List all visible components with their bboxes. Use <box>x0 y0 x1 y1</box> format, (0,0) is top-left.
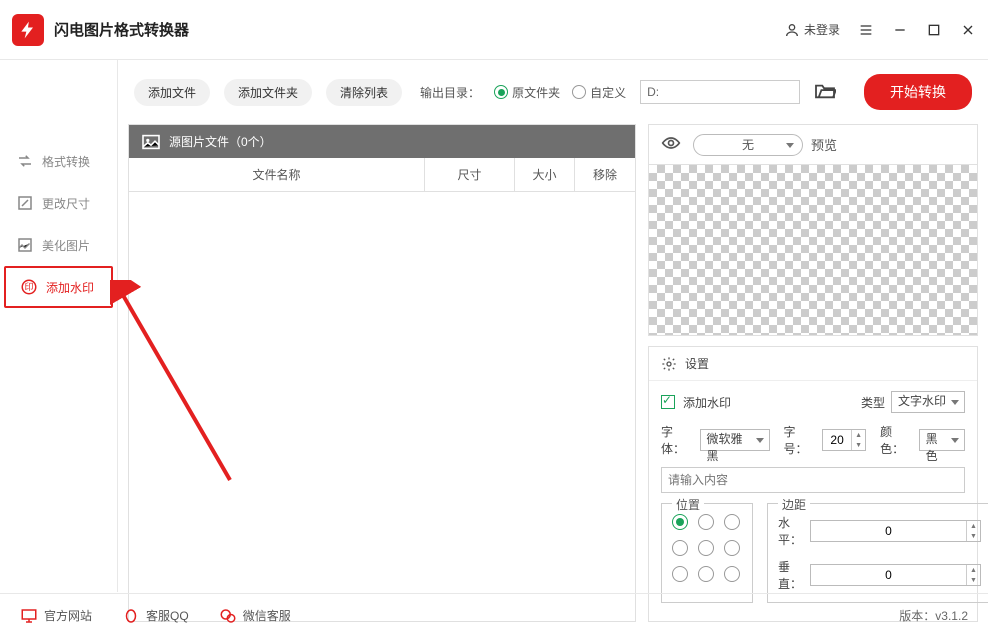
add-folder-button[interactable]: 添加文件夹 <box>224 79 312 106</box>
settings-title: 设置 <box>685 355 709 372</box>
qq-icon <box>122 607 140 625</box>
minimize-icon[interactable] <box>892 22 908 38</box>
output-path-input[interactable] <box>640 80 800 104</box>
resize-icon <box>16 194 34 212</box>
preview-eye-icon <box>657 133 685 156</box>
v-margin-label: 垂直： <box>778 558 802 592</box>
radio-source-folder[interactable]: 原文件夹 <box>494 84 560 101</box>
sidebar-item-beautify[interactable]: 美化图片 <box>0 224 117 266</box>
pos-mid-right[interactable] <box>724 540 740 556</box>
watermark-icon: 印 <box>20 278 38 296</box>
position-legend: 位置 <box>672 496 704 513</box>
file-header-label: 源图片文件（0个） <box>169 133 272 150</box>
pos-mid-left[interactable] <box>672 540 688 556</box>
sidebar-item-resize[interactable]: 更改尺寸 <box>0 182 117 224</box>
qq-link[interactable]: 客服QQ <box>122 607 189 625</box>
start-convert-button[interactable]: 开始转换 <box>864 74 972 110</box>
spin-down-icon[interactable]: ▼ <box>967 575 980 585</box>
font-select[interactable]: 微软雅黑 <box>700 429 770 451</box>
maximize-icon[interactable] <box>926 22 942 38</box>
type-label: 类型 <box>861 394 885 411</box>
preview-canvas <box>649 165 977 335</box>
output-dir-label: 输出目录： <box>420 84 480 101</box>
v-margin-input[interactable]: ▲▼ <box>810 564 981 586</box>
pos-bot-right[interactable] <box>724 566 740 582</box>
col-filename: 文件名称 <box>129 158 425 191</box>
close-icon[interactable] <box>960 22 976 38</box>
color-select[interactable]: 黑色 <box>919 429 965 451</box>
sidebar-label: 添加水印 <box>46 279 94 296</box>
watermark-text-input[interactable] <box>661 467 965 493</box>
col-dimension: 尺寸 <box>425 158 515 191</box>
spin-down-icon[interactable]: ▼ <box>967 531 980 541</box>
app-title: 闪电图片格式转换器 <box>54 19 189 40</box>
file-list-panel: 源图片文件（0个） 文件名称 尺寸 大小 移除 <box>128 124 636 622</box>
spin-up-icon[interactable]: ▲ <box>967 565 980 575</box>
h-margin-label: 水平： <box>778 514 802 548</box>
watermark-checkbox[interactable] <box>661 395 675 409</box>
preview-panel: 无 预览 <box>648 124 978 336</box>
col-size: 大小 <box>515 158 575 191</box>
gear-icon <box>661 356 677 372</box>
position-fieldset: 位置 <box>661 503 753 603</box>
menu-icon[interactable] <box>858 22 874 38</box>
login-label: 未登录 <box>804 21 840 38</box>
wechat-link[interactable]: 微信客服 <box>219 607 291 625</box>
website-link[interactable]: 官方网站 <box>20 607 92 625</box>
svg-text:印: 印 <box>24 281 33 292</box>
version-label: 版本：v3.1.2 <box>899 607 968 624</box>
add-watermark-label: 添加水印 <box>683 394 731 411</box>
sidebar: 格式转换 更改尺寸 美化图片 印 添加水印 <box>0 60 118 592</box>
pos-top-center[interactable] <box>698 514 714 530</box>
watermark-type-select[interactable]: 文字水印 <box>891 391 965 413</box>
convert-icon <box>16 152 34 170</box>
settings-panel: 设置 添加水印 类型 文字水印 字体： <box>648 346 978 622</box>
spin-up-icon[interactable]: ▲ <box>852 430 865 440</box>
login-button[interactable]: 未登录 <box>784 21 840 38</box>
col-remove: 移除 <box>575 158 635 191</box>
sidebar-label: 格式转换 <box>42 153 90 170</box>
radio-custom-folder[interactable]: 自定义 <box>572 84 626 101</box>
user-icon <box>784 22 800 38</box>
color-label: 颜色： <box>880 423 911 457</box>
fontsize-input[interactable]: ▲▼ <box>822 429 866 451</box>
pos-mid-center[interactable] <box>698 540 714 556</box>
preview-select[interactable]: 无 <box>693 134 803 156</box>
pos-top-left[interactable] <box>672 514 688 530</box>
h-margin-input[interactable]: ▲▼ <box>810 520 981 542</box>
wechat-icon <box>219 607 237 625</box>
sidebar-label: 美化图片 <box>42 237 90 254</box>
pos-top-right[interactable] <box>724 514 740 530</box>
browse-folder-icon[interactable] <box>814 82 836 103</box>
margin-legend: 边距 <box>778 496 810 513</box>
sidebar-item-watermark[interactable]: 印 添加水印 <box>4 266 113 308</box>
pos-bot-left[interactable] <box>672 566 688 582</box>
margin-fieldset: 边距 水平： ▲▼ 垂直： <box>767 503 988 603</box>
add-file-button[interactable]: 添加文件 <box>134 79 210 106</box>
clear-list-button[interactable]: 清除列表 <box>326 79 402 106</box>
fontsize-label: 字号： <box>784 423 815 457</box>
pos-bot-center[interactable] <box>698 566 714 582</box>
app-logo <box>12 14 44 46</box>
monitor-icon <box>20 607 38 625</box>
font-label: 字体： <box>661 423 692 457</box>
preview-label: 预览 <box>811 135 837 154</box>
sidebar-label: 更改尺寸 <box>42 195 90 212</box>
spin-down-icon[interactable]: ▼ <box>852 440 865 450</box>
spin-up-icon[interactable]: ▲ <box>967 521 980 531</box>
beautify-icon <box>16 236 34 254</box>
sidebar-item-convert[interactable]: 格式转换 <box>0 140 117 182</box>
image-icon <box>141 134 161 150</box>
